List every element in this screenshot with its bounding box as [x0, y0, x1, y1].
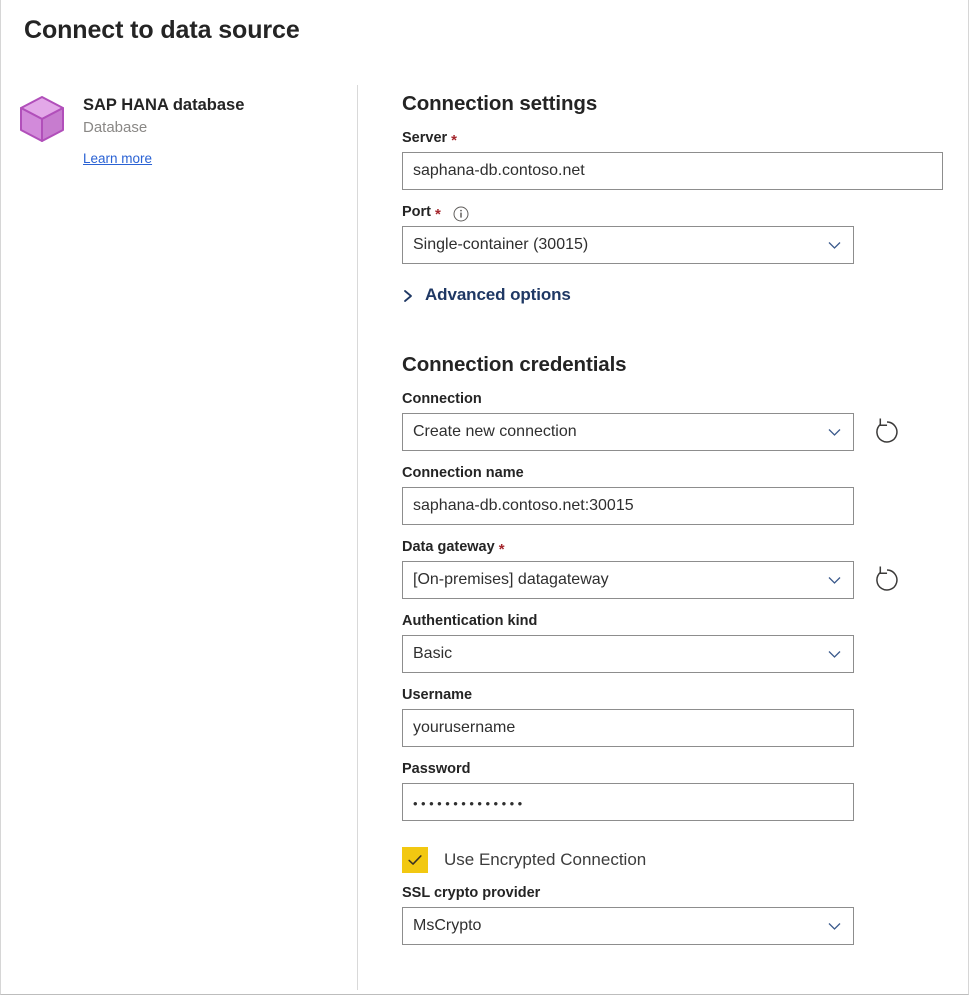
data-gateway-dropdown-value: [On-premises] datagateway: [413, 571, 609, 589]
data-source-text: SAP HANA database Database Learn more: [83, 93, 357, 168]
page-title: Connect to data source: [24, 16, 300, 45]
connection-dropdown-value: Create new connection: [413, 423, 577, 441]
connect-to-data-source-dialog: Connect to data source SAP HANA database…: [0, 0, 969, 995]
connection-settings-heading: Connection settings: [402, 92, 947, 116]
connection-credentials-heading: Connection credentials: [402, 353, 947, 377]
vertical-divider: [357, 85, 358, 990]
advanced-options-label: Advanced options: [425, 285, 571, 305]
learn-more-link[interactable]: Learn more: [83, 151, 152, 166]
authentication-kind-dropdown[interactable]: Basic: [402, 635, 854, 673]
password-value: ••••••••••••••: [413, 797, 526, 810]
data-gateway-label: Data gateway *: [402, 538, 947, 557]
ssl-crypto-provider-label-text: SSL crypto provider: [402, 884, 540, 903]
ssl-crypto-provider-value: MsCrypto: [413, 917, 481, 935]
ssl-crypto-provider-label: SSL crypto provider: [402, 884, 947, 903]
chevron-down-icon: [827, 573, 842, 588]
username-input[interactable]: yourusername: [402, 709, 854, 747]
username-field-group: Username yourusername: [402, 686, 947, 747]
info-icon[interactable]: [453, 206, 469, 222]
password-label: Password: [402, 760, 947, 779]
use-encrypted-connection-label: Use Encrypted Connection: [444, 850, 646, 870]
connection-field-group: Connection Create new connection: [402, 390, 947, 451]
connection-name-field-group: Connection name saphana-db.contoso.net:3…: [402, 464, 947, 525]
data-source-name: SAP HANA database: [83, 93, 357, 115]
ssl-crypto-provider-dropdown[interactable]: MsCrypto: [402, 907, 854, 945]
authentication-kind-label: Authentication kind: [402, 612, 947, 631]
port-label: Port *: [402, 203, 947, 222]
refresh-data-gateway-icon[interactable]: [872, 565, 902, 595]
advanced-options-toggle[interactable]: Advanced options: [402, 285, 947, 305]
checkbox-box: [402, 847, 428, 873]
port-dropdown-value: Single-container (30015): [413, 236, 588, 254]
username-value: yourusername: [413, 719, 515, 737]
data-source-kind: Database: [83, 115, 357, 139]
server-input-value: saphana-db.contoso.net: [413, 162, 585, 180]
chevron-down-icon: [827, 647, 842, 662]
chevron-down-icon: [827, 238, 842, 253]
username-label-text: Username: [402, 686, 472, 705]
connection-name-value: saphana-db.contoso.net:30015: [413, 497, 634, 515]
ssl-crypto-provider-field-group: SSL crypto provider MsCrypto: [402, 884, 947, 945]
data-gateway-label-text: Data gateway: [402, 538, 495, 557]
required-indicator: *: [451, 134, 457, 148]
data-source-summary: SAP HANA database Database Learn more: [1, 85, 357, 168]
data-gateway-field-group: Data gateway * [On-premises] datagateway: [402, 538, 947, 599]
port-label-text: Port: [402, 203, 431, 222]
authentication-kind-value: Basic: [413, 645, 452, 663]
connection-name-input[interactable]: saphana-db.contoso.net:30015: [402, 487, 854, 525]
username-label: Username: [402, 686, 947, 705]
data-gateway-dropdown[interactable]: [On-premises] datagateway: [402, 561, 854, 599]
connection-name-label-text: Connection name: [402, 464, 524, 483]
data-gateway-row: [On-premises] datagateway: [402, 561, 947, 599]
authentication-kind-label-text: Authentication kind: [402, 612, 537, 631]
server-label-text: Server: [402, 129, 447, 148]
authentication-kind-field-group: Authentication kind Basic: [402, 612, 947, 673]
connection-form-panel: Connection settings Server * saphana-db.…: [402, 85, 947, 945]
cube-icon: [19, 95, 65, 143]
server-label: Server *: [402, 129, 947, 148]
password-input[interactable]: ••••••••••••••: [402, 783, 854, 821]
check-icon: [406, 851, 424, 869]
port-dropdown[interactable]: Single-container (30015): [402, 226, 854, 264]
server-input[interactable]: saphana-db.contoso.net: [402, 152, 943, 190]
connection-name-label: Connection name: [402, 464, 947, 483]
use-encrypted-connection-checkbox[interactable]: Use Encrypted Connection: [402, 847, 947, 873]
required-indicator: *: [435, 208, 441, 222]
connection-dropdown[interactable]: Create new connection: [402, 413, 854, 451]
port-field-group: Port * Single-container (30015): [402, 203, 947, 264]
connection-label: Connection: [402, 390, 947, 409]
refresh-connection-icon[interactable]: [872, 417, 902, 447]
required-indicator: *: [499, 543, 505, 557]
chevron-down-icon: [827, 425, 842, 440]
server-field-group: Server * saphana-db.contoso.net: [402, 129, 947, 190]
chevron-down-icon: [827, 919, 842, 934]
password-label-text: Password: [402, 760, 471, 779]
chevron-right-icon: [402, 288, 414, 302]
connection-label-text: Connection: [402, 390, 482, 409]
data-source-info-panel: SAP HANA database Database Learn more: [1, 85, 357, 168]
password-field-group: Password ••••••••••••••: [402, 760, 947, 821]
connection-row: Create new connection: [402, 413, 947, 451]
